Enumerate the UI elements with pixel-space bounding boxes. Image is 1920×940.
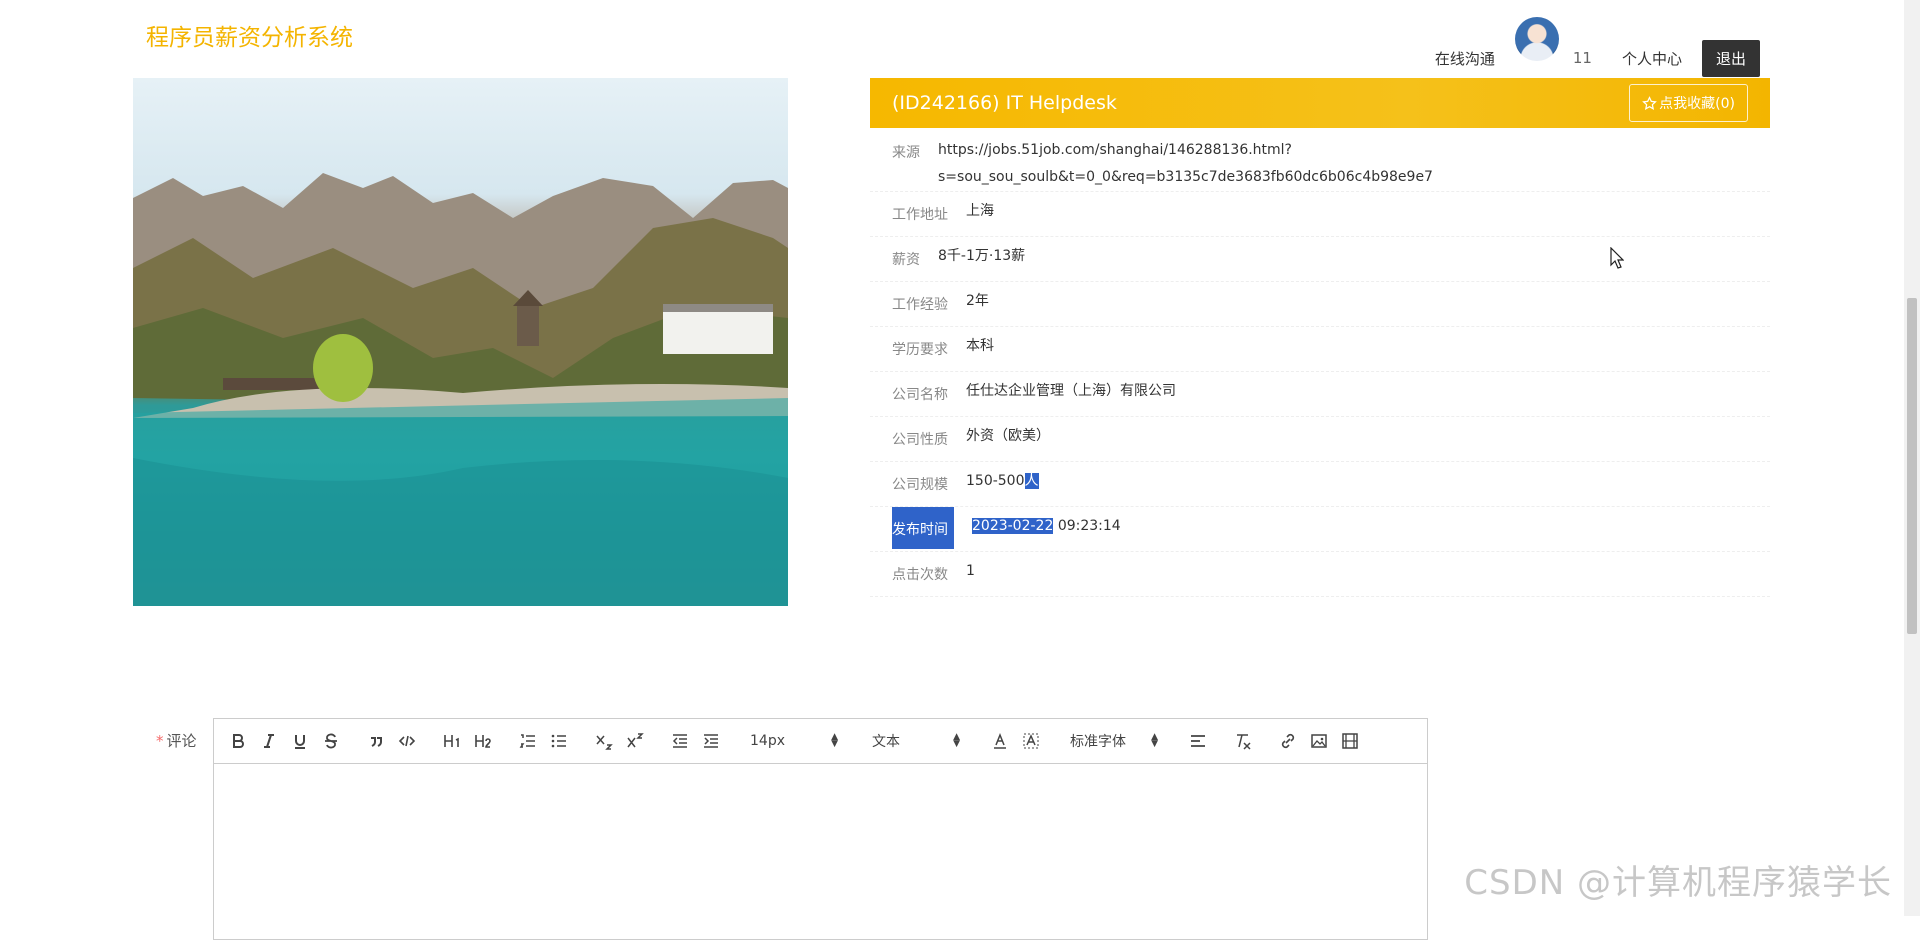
logout-button[interactable]: 退出 (1701, 39, 1760, 77)
scale-label: 公司规模 (892, 477, 948, 493)
italic-icon[interactable] (253, 729, 284, 753)
scrollbar-thumb[interactable] (1907, 298, 1917, 634)
site-title: 程序员薪资分析系统 (146, 25, 353, 51)
job-image (133, 78, 788, 606)
detail-row-value: 2年 (966, 293, 989, 309)
avatar[interactable] (1514, 17, 1559, 61)
code-icon[interactable] (391, 729, 422, 753)
editor-toolbar: 14px ▲ ▼ 文本 ▲ ▼ 标准字体 ▲ ▼ (214, 719, 1427, 764)
detail-row-source: 来源 https://jobs.51job.com/shanghai/14628… (870, 128, 1770, 192)
outdent-icon[interactable] (664, 729, 695, 753)
underline-icon[interactable] (284, 729, 315, 753)
font-color-icon[interactable] (984, 729, 1015, 753)
ordered-list-icon[interactable] (512, 729, 543, 753)
superscript-icon[interactable] (619, 729, 650, 753)
publish-value: 2023-02-22 09:23:14 (972, 501, 1121, 540)
h2-icon[interactable] (467, 729, 498, 753)
detail-row-value: 上海 (966, 203, 994, 219)
select-arrows-icon: ▲ ▼ (831, 732, 838, 749)
detail-row-label: 工作地址 (892, 207, 948, 223)
nav-online-chat[interactable]: 在线沟通 (1435, 48, 1495, 69)
block-type-select[interactable]: 文本 ▲ ▼ (862, 729, 970, 753)
job-detail-panel: (ID242166) IT Helpdesk 点我收藏(0) 来源 https:… (870, 78, 1770, 597)
detail-row: 薪资 8千-1万·13薪 (870, 237, 1770, 282)
nav-profile[interactable]: 个人中心 (1622, 48, 1682, 69)
comment-editor: 14px ▲ ▼ 文本 ▲ ▼ 标准字体 ▲ ▼ (213, 718, 1428, 940)
detail-row-label: 公司性质 (892, 432, 948, 448)
detail-row-label: 公司名称 (892, 387, 948, 403)
source-url-line2: s=sou_sou_soulb&t=0_0&req=b3135c7de3683f… (938, 169, 1433, 185)
quote-icon[interactable] (360, 729, 391, 753)
detail-row-label: 学历要求 (892, 342, 948, 358)
subscript-icon[interactable] (588, 729, 619, 753)
detail-row: 工作经验 2年 (870, 282, 1770, 327)
detail-row-value: 本科 (966, 338, 994, 354)
strike-icon[interactable] (315, 729, 346, 753)
indent-icon[interactable] (695, 729, 726, 753)
scale-value-unit: 人 (1024, 473, 1039, 489)
font-size-select[interactable]: 14px ▲ ▼ (740, 729, 848, 753)
source-url-line1: https://jobs.51job.com/shanghai/14628813… (938, 142, 1292, 158)
scale-value-number: 150-500 (966, 473, 1025, 489)
favorite-button[interactable]: 点我收藏(0) (1629, 84, 1748, 122)
detail-row-clicks: 点击次数 1 (870, 552, 1770, 597)
publish-time: 09:23:14 (1053, 518, 1121, 534)
required-mark: * (156, 732, 164, 750)
top-nav: 在线沟通 11 个人中心 退出 (1435, 8, 1760, 88)
source-value[interactable]: https://jobs.51job.com/shanghai/14628813… (938, 128, 1433, 191)
page-scrollbar[interactable] (1904, 0, 1920, 916)
font-size-value: 14px (750, 733, 785, 749)
background-color-icon[interactable] (1015, 729, 1046, 753)
image-icon[interactable] (1303, 729, 1334, 753)
detail-row-value: 8千-1万·13薪 (938, 248, 1026, 264)
clear-format-icon[interactable] (1227, 729, 1258, 753)
align-icon[interactable] (1182, 729, 1213, 753)
clicks-label: 点击次数 (892, 567, 948, 583)
clicks-value: 1 (966, 563, 975, 579)
detail-row-value: 任仕达企业管理（上海）有限公司 (966, 383, 1176, 399)
font-family-select[interactable]: 标准字体 ▲ ▼ (1060, 729, 1168, 753)
font-family-value: 标准字体 (1070, 734, 1126, 750)
detail-header: (ID242166) IT Helpdesk 点我收藏(0) (870, 78, 1770, 128)
h1-icon[interactable] (436, 729, 467, 753)
user-name: 11 (1572, 49, 1592, 67)
detail-row-publish: 发布时间 2023-02-22 09:23:14 (870, 507, 1770, 552)
scale-value: 150-500人 (966, 456, 1039, 495)
star-icon (1642, 95, 1658, 110)
publish-label: 发布时间 (892, 507, 954, 549)
select-arrows-icon: ▲ ▼ (953, 732, 960, 749)
block-type-value: 文本 (872, 734, 900, 750)
mouse-cursor-icon (1610, 246, 1625, 273)
comment-label-text: 评论 (166, 732, 197, 750)
watermark: CSDN @计算机程序猿学长 (1464, 863, 1892, 903)
source-label: 来源 (892, 145, 920, 161)
comment-label: * 评论 (156, 730, 197, 751)
bullet-list-icon[interactable] (543, 729, 574, 753)
link-icon[interactable] (1272, 729, 1303, 753)
detail-row-label: 工作经验 (892, 297, 948, 313)
editor-content-area[interactable] (214, 764, 1427, 939)
publish-date: 2023-02-22 (972, 518, 1054, 534)
video-icon[interactable] (1334, 729, 1365, 753)
detail-row-value: 外资（欧美） (966, 428, 1050, 444)
bold-icon[interactable] (222, 729, 253, 753)
favorite-label: 点我收藏(0) (1659, 96, 1735, 112)
detail-row-label: 薪资 (892, 252, 920, 268)
job-title: (ID242166) IT Helpdesk (892, 92, 1117, 114)
select-arrows-icon: ▲ ▼ (1151, 732, 1158, 749)
